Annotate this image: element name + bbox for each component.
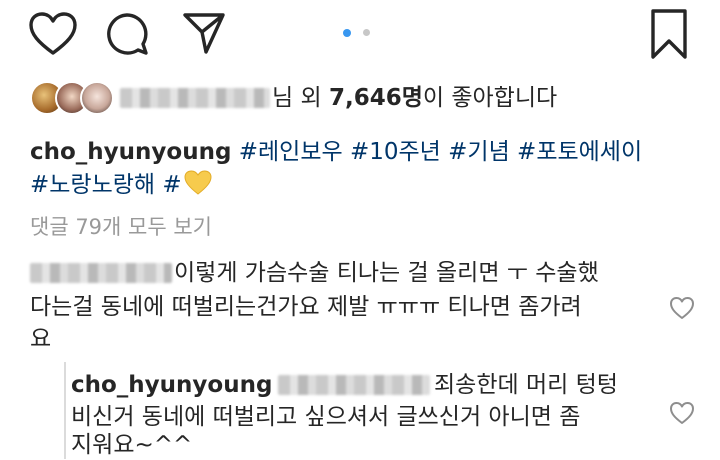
reply-line: 죄송한데 머리 텅텅 <box>434 372 618 398</box>
like-heart-icon[interactable] <box>28 12 78 56</box>
caption-line1: cho_hyunyoung #레인보우 #10주년 #기념 #포토에세이 <box>30 137 642 167</box>
comment-line: 이렇게 가슴수술 티나는 걸 올리면 ㅜ 수술했 <box>174 260 599 286</box>
reply-username[interactable]: cho_hyunyoung <box>71 370 272 400</box>
view-all-comments-link[interactable]: 댓글 79개 모두 보기 <box>30 212 212 242</box>
caption-username[interactable]: cho_hyunyoung <box>30 139 231 165</box>
avatar[interactable] <box>80 81 114 115</box>
reply-line: 비신거 동네에 떠벌리고 싶으셔서 글쓰신거 아니면 좀 <box>71 404 581 430</box>
reply-line: 지워요~^^ <box>71 432 193 458</box>
likes-suffix: 이 좋아합니다 <box>422 85 558 111</box>
redacted-mention <box>278 375 430 395</box>
reply-like-heart-icon[interactable] <box>669 401 695 425</box>
likes-prefix: 님 외 <box>272 85 329 111</box>
caption-line2: #노랑노랑해 # <box>30 170 212 203</box>
yellow-heart-emoji <box>184 170 212 203</box>
share-icon[interactable] <box>182 10 226 56</box>
likes-count[interactable]: 7,646명 <box>329 85 423 111</box>
reply-thread-line <box>64 362 66 459</box>
caption-hashtags[interactable]: #레인보우 #10주년 #기념 #포토에세이 <box>239 139 642 165</box>
comment-icon[interactable] <box>104 11 150 57</box>
redacted-username <box>120 88 270 108</box>
comment-line: 다는걸 동네에 떠벌리는건가요 제발 ㅠㅠㅠ 티나면 좀가려 <box>30 294 582 320</box>
carousel-dot <box>363 29 370 36</box>
carousel-dot-active <box>343 29 351 37</box>
comment-line: 요 <box>30 326 52 352</box>
likes-summary[interactable]: 님 외 7,646명이 좋아합니다 <box>272 83 557 113</box>
redacted-commenter <box>30 263 172 283</box>
comment-like-heart-icon[interactable] <box>669 296 695 320</box>
bookmark-icon[interactable] <box>648 8 690 60</box>
caption-hashtags-2[interactable]: #노랑노랑해 # <box>30 172 182 198</box>
